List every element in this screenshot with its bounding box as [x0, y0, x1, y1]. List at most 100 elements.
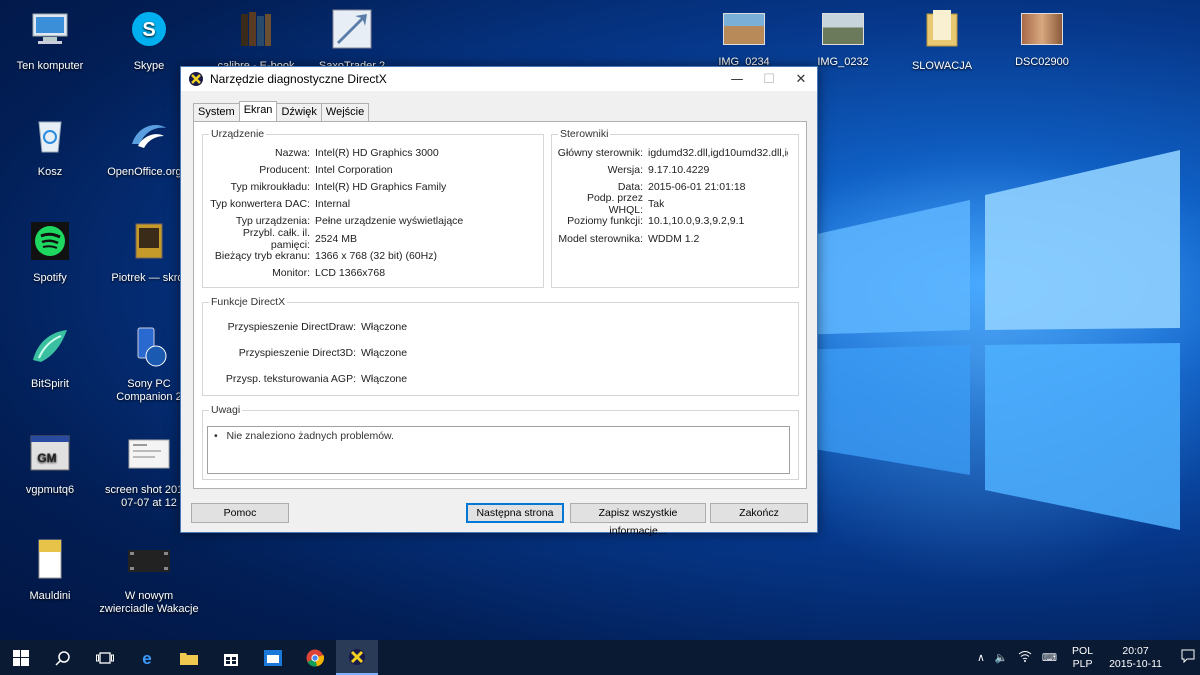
field-label: Model sterownika:	[558, 232, 643, 245]
device-group-legend: Urządzenie	[211, 128, 265, 140]
minimize-button[interactable]: —	[721, 72, 753, 87]
directx-features-group: Funkcje DirectX Przyspieszenie DirectDra…	[202, 296, 799, 396]
device-row: Bieżący tryb ekranu: 1366 x 768 (32 bit) …	[203, 247, 543, 264]
language-indicator[interactable]: POL PLP	[1062, 645, 1103, 671]
close-button[interactable]: ✕	[785, 72, 817, 87]
network-icon[interactable]	[1013, 650, 1037, 665]
device-group: Urządzenie Nazwa: Intel(R) HD Graphics 30…	[202, 128, 544, 288]
icon-label: Kosz	[37, 166, 63, 178]
taskbar: e ∧ 🔈 ⌨ POL PLP 20:07 2015-10-11	[0, 640, 1200, 675]
desktop-icon-img-0232[interactable]: IMG_0232	[793, 8, 893, 69]
desktop-icon-skype[interactable]: S Skype	[99, 8, 199, 73]
desktop-icon-spotify[interactable]: Spotify	[0, 220, 100, 285]
task-view-button[interactable]	[84, 640, 126, 675]
field-label: Wersja:	[607, 163, 643, 176]
bullet-icon: •	[214, 430, 218, 442]
directx-features-legend: Funkcje DirectX	[211, 296, 286, 308]
driver-row: Podp. przez WHQL: Tak	[552, 192, 798, 216]
feature-value: Włączone	[361, 347, 408, 359]
app-window-icon	[264, 649, 282, 666]
taskbar-app[interactable]	[252, 640, 294, 675]
icon-label: SLOWACJA	[911, 60, 973, 72]
tab-wejscie[interactable]: Wejście	[320, 103, 370, 121]
device-row: Monitor: LCD 1366x768	[203, 264, 543, 281]
recycle-bin-icon	[38, 121, 62, 153]
desktop-icon-recycle-bin[interactable]: Kosz	[0, 114, 100, 179]
saxotrader-icon	[332, 9, 372, 49]
feature-value: Włączone	[361, 321, 408, 333]
chevron-up-icon[interactable]: ∧	[972, 652, 990, 664]
desktop-icon-dsc02900[interactable]: DSC02900	[992, 8, 1092, 69]
device-row: Nazwa: Intel(R) HD Graphics 3000	[203, 144, 543, 161]
maximize-button[interactable]: ☐	[753, 72, 785, 87]
books-icon	[241, 12, 271, 46]
taskbar-store[interactable]	[210, 640, 252, 675]
field-label: Poziomy funkcji:	[567, 215, 643, 228]
video-file-icon	[128, 550, 170, 572]
desktop-icon-img-0234[interactable]: IMG_0234	[694, 8, 794, 69]
notes-group-legend: Uwagi	[211, 404, 241, 416]
icon-label: vgpmutq6	[25, 484, 75, 496]
folder-icon	[926, 10, 958, 47]
photo-thumbnail-icon	[822, 13, 864, 45]
notes-text: Nie znaleziono żadnych problemów.	[226, 430, 394, 442]
svg-text:GM: GM	[37, 451, 56, 465]
driver-row: Model sterownika: WDDM 1.2	[552, 230, 798, 247]
field-label: Typ mikroukładu:	[230, 180, 310, 193]
taskbar-dxdiag[interactable]	[336, 640, 378, 675]
taskbar-edge[interactable]: e	[126, 640, 168, 675]
desktop-icon-bitspirit[interactable]: BitSpirit	[0, 326, 100, 391]
volume-icon[interactable]: 🔈	[990, 651, 1013, 664]
svg-text:e: e	[142, 649, 151, 667]
window-titlebar[interactable]: Narzędzie diagnostyczne DirectX — ☐ ✕	[181, 67, 817, 91]
field-label: Data:	[617, 180, 643, 193]
desktop-icon-w-nowym-zwierciadle[interactable]: W nowym zwierciadle Wakacje	[99, 538, 199, 616]
system-tray: ∧ 🔈 ⌨ POL PLP 20:07 2015-10-11	[972, 640, 1200, 675]
desktop-icon-vgpmutq6[interactable]: GM vgpmutq6	[0, 432, 100, 497]
clock[interactable]: 20:07 2015-10-11	[1103, 645, 1176, 671]
tab-system[interactable]: System	[193, 103, 240, 121]
document-icon	[38, 539, 62, 579]
icon-label: Spotify	[33, 272, 67, 284]
field-label: Główny sterownik:	[557, 146, 643, 159]
shortcut-image-icon	[135, 223, 163, 259]
dxdiag-window: Narzędzie diagnostyczne DirectX — ☐ ✕ Sy…	[180, 66, 818, 537]
icon-label: DSC02900	[1015, 56, 1069, 68]
search-icon	[55, 650, 70, 666]
field-value: 2524 MB	[315, 232, 358, 245]
desktop-icon-this-pc[interactable]: Ten komputer	[0, 8, 100, 73]
field-value: Intel(R) HD Graphics 3000	[315, 146, 439, 159]
tab-ekran[interactable]: Ekran	[238, 101, 278, 121]
save-all-info-button[interactable]: Zapisz wszystkie informacje...	[570, 503, 706, 537]
desktop-icon-mauldini[interactable]: Mauldini	[0, 538, 100, 603]
desktop-icon-saxotrader[interactable]: SaxoTrader 2	[302, 8, 402, 73]
windows-logo-wallpaper	[790, 150, 1180, 530]
field-label: Producent:	[259, 163, 310, 176]
field-value: Tak	[648, 198, 665, 211]
field-label: Przybl. całk. il. pamięci:	[242, 226, 310, 251]
field-value: 9.17.10.4229	[648, 163, 710, 176]
driver-row: Wersja: 9.17.10.4229	[552, 161, 798, 178]
sony-companion-icon	[137, 327, 167, 367]
taskbar-file-explorer[interactable]	[168, 640, 210, 675]
keyboard-icon[interactable]: ⌨	[1037, 652, 1062, 664]
field-label: Nazwa:	[274, 146, 310, 159]
start-button[interactable]	[0, 640, 42, 675]
feature-value: Włączone	[361, 373, 408, 385]
icon-label: BitSpirit	[31, 378, 69, 390]
icon-label: Ten komputer	[16, 60, 84, 72]
desktop-icon-slowacja[interactable]: SLOWACJA	[892, 8, 992, 73]
tab-bar: System Ekran Dźwięk Wejście	[193, 101, 370, 121]
desktop-icon-calibre[interactable]: calibre - E-book	[206, 8, 306, 73]
search-button[interactable]	[42, 640, 84, 675]
notes-textbox[interactable]: • Nie znaleziono żadnych problemów.	[207, 426, 790, 474]
help-button[interactable]: Pomoc	[191, 503, 289, 523]
field-value: 1366 x 768 (32 bit) (60Hz)	[315, 249, 437, 262]
exit-button[interactable]: Zakończ	[710, 503, 808, 523]
taskbar-chrome[interactable]	[294, 640, 336, 675]
field-value: Internal	[315, 198, 351, 211]
lang-bottom: PLP	[1072, 657, 1093, 670]
action-center-icon[interactable]	[1176, 649, 1200, 666]
next-page-button[interactable]: Następna strona	[466, 503, 564, 523]
tab-dzwiek[interactable]: Dźwięk	[276, 103, 322, 121]
